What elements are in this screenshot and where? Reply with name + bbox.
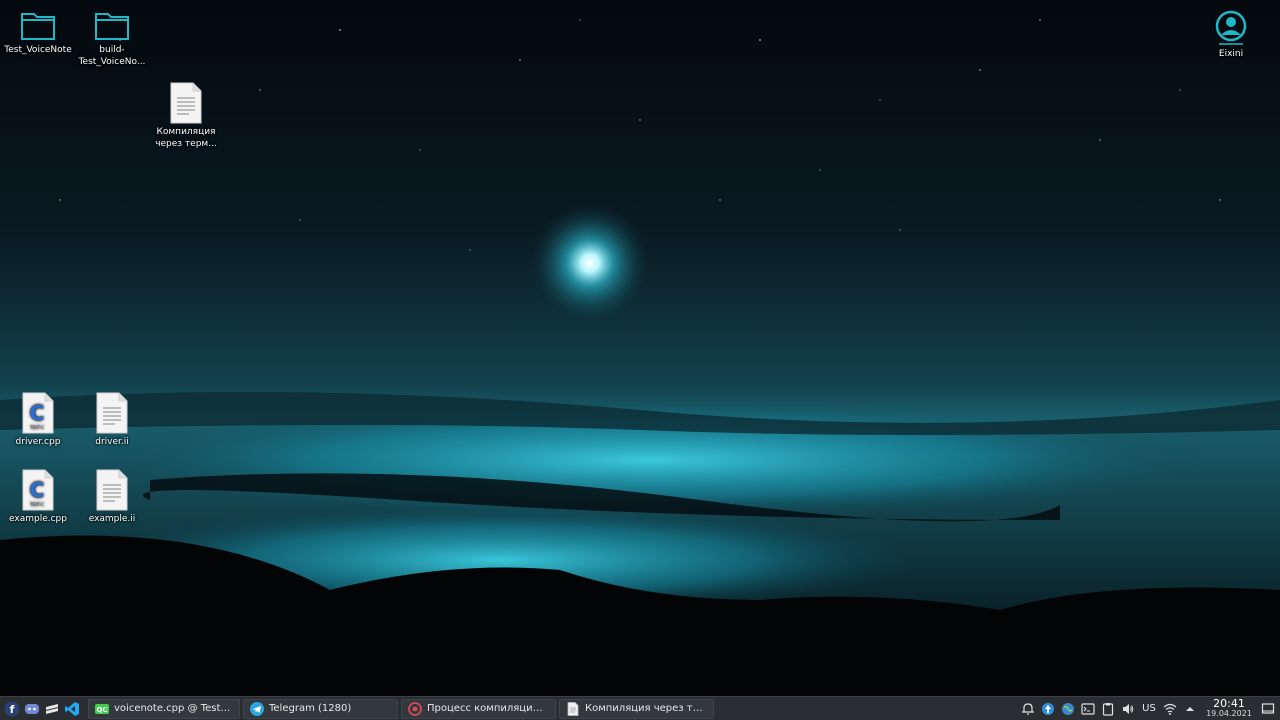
folder-icon: [95, 13, 129, 40]
svg-text:TEXT-C: TEXT-C: [29, 425, 44, 430]
clock[interactable]: 20:41 19.04.2021: [1200, 696, 1258, 719]
tray-wifi[interactable]: [1160, 699, 1180, 719]
update-icon: [1042, 702, 1054, 715]
task-telegram[interactable]: Telegram (1280): [243, 698, 398, 719]
vscode-icon: [65, 701, 79, 716]
chevron-up-icon: [1186, 706, 1194, 711]
wifi-icon: [1163, 703, 1177, 715]
clock-date: 19.04.2021: [1206, 708, 1252, 718]
svg-text:f: f: [10, 703, 15, 716]
svg-text:C: C: [30, 401, 45, 425]
sublime-icon: [46, 703, 58, 714]
tray-notifications[interactable]: [1018, 699, 1038, 719]
desktop-icon-test-voicenote[interactable]: Test_VoiceNote: [0, 10, 76, 56]
show-desktop-button[interactable]: [1258, 699, 1278, 719]
app-menu-button[interactable]: f: [2, 698, 22, 720]
clock-time: 20:41: [1213, 696, 1245, 710]
tray-expand-button[interactable]: [1180, 699, 1200, 719]
globe-icon: [1062, 702, 1074, 715]
tray-keyboard-layout[interactable]: US: [1138, 699, 1160, 719]
svg-text:QC: QC: [96, 706, 107, 714]
bell-icon: [1022, 702, 1034, 715]
browser-icon: [408, 701, 422, 716]
desktop-icon-example-ii[interactable]: example.ii: [74, 469, 150, 525]
terminal-icon: [1081, 702, 1095, 715]
desktop-icon-label: build-Test_VoiceNo...: [78, 45, 146, 67]
text-file-icon: [96, 469, 128, 511]
text-file-icon: [96, 392, 128, 434]
show-desktop-icon: [1261, 702, 1275, 714]
desktop-icon-home-eixini[interactable]: Eixini: [1193, 10, 1269, 60]
task-document[interactable]: Компиляция через термин...: [559, 698, 714, 719]
user-home-icon: [1215, 10, 1247, 45]
speaker-icon: [1123, 703, 1134, 714]
discord-icon: [25, 703, 39, 714]
cpp-file-icon: C TEXT-C: [22, 392, 54, 434]
svg-text:TEXT-C: TEXT-C: [29, 502, 44, 507]
tray-volume[interactable]: [1118, 699, 1138, 719]
keyboard-layout-label: US: [1142, 703, 1156, 714]
task-label: Компиляция через термин...: [585, 703, 707, 714]
tray-clipboard[interactable]: [1098, 699, 1118, 719]
desktop-icon-label: driver.cpp: [15, 437, 61, 447]
task-qtcreator[interactable]: QC voicenote.cpp @ Test_Voice...: [88, 698, 240, 719]
app-menu-icon: f: [4, 701, 20, 716]
tray-terminal[interactable]: [1078, 699, 1098, 719]
desktop-icon-example-cpp[interactable]: C TEXT-C example.cpp: [0, 469, 76, 525]
task-label: voicenote.cpp @ Test_Voice...: [114, 703, 233, 714]
telegram-icon: [250, 701, 264, 716]
task-label: Telegram (1280): [269, 703, 352, 714]
desktop-icon-label: Eixini: [1218, 49, 1244, 59]
svg-text:C: C: [30, 478, 45, 502]
discord-launcher[interactable]: [22, 698, 42, 720]
sublime-launcher[interactable]: [42, 698, 62, 720]
task-browser[interactable]: Процесс компиляции прог...: [401, 698, 556, 719]
desktop-icon-label: example.cpp: [9, 514, 67, 524]
tray-updates[interactable]: [1038, 699, 1058, 719]
qtcreator-icon: QC: [95, 703, 109, 714]
desktop-icon-label: driver.ii: [95, 437, 129, 447]
desktop-icon-label: example.ii: [88, 514, 136, 524]
desktop-icon-driver-cpp[interactable]: C TEXT-C driver.cpp: [0, 392, 76, 448]
cpp-file-icon: C TEXT-C: [22, 469, 54, 511]
desktop-icon-label: Компиляция через терм...: [155, 127, 217, 149]
vscode-launcher[interactable]: [62, 698, 82, 720]
desktop-icon-build-test-voicenote[interactable]: build-Test_VoiceNo...: [74, 10, 150, 68]
desktop-icon-label: Test_VoiceNote: [4, 45, 72, 55]
tray-network-globe[interactable]: [1058, 699, 1078, 719]
system-tray: US 20:41 19.04.2021: [1018, 698, 1280, 720]
task-label: Процесс компиляции прог...: [427, 703, 549, 714]
folder-icon: [21, 13, 55, 40]
text-file-icon: [170, 82, 202, 124]
taskbar: f QC voicenote.cpp @ Test_Voice... Teleg…: [0, 696, 1280, 720]
document-icon: [567, 701, 579, 716]
desktop-icon-driver-ii[interactable]: driver.ii: [74, 392, 150, 448]
clipboard-icon: [1102, 702, 1114, 716]
desktop-icon-compile-doc[interactable]: Компиляция через терм...: [148, 82, 224, 150]
